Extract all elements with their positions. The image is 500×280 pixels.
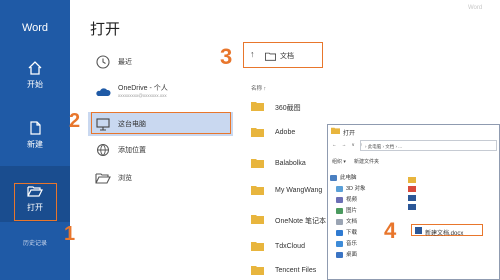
clock-icon — [96, 55, 110, 69]
file-name: 新建文档.docx — [425, 230, 464, 237]
page-title: 打开 — [90, 21, 121, 38]
location-browse[interactable]: 浏览 — [88, 166, 233, 190]
folder-icon — [265, 52, 276, 61]
nav-item-this-pc[interactable]: 此电脑 — [330, 173, 357, 183]
file-explorer-window: 打开 ← → ∨ ↑ › 此电脑 › 文档 › ... 组织 ▾ 新建文件夹 此… — [327, 124, 500, 280]
step-number-3: 3 — [220, 44, 233, 69]
folder-icon — [251, 215, 264, 224]
nav-item-label: 此电脑 — [340, 175, 357, 181]
watermark-text: Word — [468, 5, 483, 11]
location-label: 浏览 — [118, 175, 132, 182]
cube-icon — [336, 185, 343, 192]
word-file-icon — [415, 227, 422, 234]
rail-footer[interactable]: 历史记录 — [0, 238, 70, 247]
rail-item-label: 新建 — [27, 140, 43, 149]
folder-name: 360截图 — [275, 105, 301, 112]
list-item[interactable] — [408, 204, 419, 212]
window-titlebar[interactable]: 打开 — [328, 125, 500, 138]
new-folder-button[interactable]: 新建文件夹 — [354, 158, 379, 165]
new-document-file[interactable]: 新建文档.docx — [411, 224, 483, 237]
app-sidebar: Word 开始 新建 打开 历史记录 — [0, 0, 70, 280]
folder-name: Balabolka — [275, 160, 306, 167]
document-icon — [336, 218, 343, 225]
address-bar: ← → ∨ ↑ › 此电脑 › 文档 › ... — [330, 140, 499, 152]
list-item[interactable] — [408, 195, 419, 203]
step-number-2: 2 — [69, 110, 81, 132]
nav-item-label: 3D 对象 — [346, 186, 366, 192]
folder-browse-icon — [95, 173, 111, 184]
globe-add-icon — [97, 144, 109, 157]
rail-item-home[interactable]: 开始 — [0, 56, 70, 100]
folder-icon — [251, 102, 264, 111]
music-icon — [336, 240, 343, 247]
up-arrow-icon[interactable]: ↑ — [250, 49, 255, 59]
picture-icon — [336, 207, 343, 214]
rail-item-label: 开始 — [27, 80, 43, 89]
nav-item-desktop[interactable]: 桌面 — [336, 250, 357, 260]
nav-item-label: 下载 — [346, 230, 358, 236]
home-icon — [28, 61, 42, 75]
nav-item-label: 桌面 — [346, 252, 358, 258]
list-item[interactable] — [408, 177, 419, 185]
nav-item-downloads[interactable]: 下载 — [336, 228, 357, 238]
word-file-icon — [408, 195, 416, 201]
folder-name: Adobe — [275, 129, 296, 136]
breadcrumb-current: 文档 — [280, 53, 294, 60]
folder-icon — [251, 266, 264, 275]
step-number-4: 4 — [384, 218, 397, 243]
folder-icon — [251, 159, 264, 168]
nav-item-label: 音乐 — [346, 241, 358, 247]
location-recent[interactable]: 最近 — [88, 50, 233, 74]
pdf-icon — [408, 186, 416, 192]
computer-icon — [330, 174, 337, 181]
list-item[interactable] — [408, 186, 419, 194]
column-header-name[interactable]: 名称 ↑ — [251, 84, 266, 92]
nav-item-label: 文档 — [346, 219, 358, 225]
folder-icon — [408, 177, 416, 183]
location-onedrive[interactable]: OneDrive - 个人 xxxxxxxxx@xxxxxxx.xxx — [88, 80, 233, 108]
new-document-icon — [30, 121, 41, 135]
window-title: 打开 — [343, 131, 356, 137]
breadcrumb[interactable]: ↑ 文档 — [243, 42, 323, 68]
app-title: Word — [21, 22, 49, 34]
step-highlight-this-pc — [91, 112, 231, 134]
desktop-icon — [336, 251, 343, 258]
nav-item-videos[interactable]: 视频 — [336, 195, 357, 205]
folder-name: OneNote 笔记本 — [275, 218, 326, 225]
download-icon — [336, 229, 343, 236]
cloud-icon — [96, 88, 111, 96]
step-number-1: 1 — [64, 223, 76, 245]
location-label: 添加位置 — [118, 147, 146, 154]
video-icon — [336, 196, 343, 203]
nav-item-music[interactable]: 音乐 — [336, 239, 357, 249]
folder-name: Tencent Files — [275, 267, 317, 274]
folder-icon — [251, 242, 264, 251]
folder-name: TdxCloud — [275, 243, 305, 250]
path-text: › 此电脑 › 文档 › ... — [365, 143, 402, 149]
nav-item-label: 视频 — [346, 197, 358, 203]
location-label: OneDrive - 个人 — [118, 85, 168, 92]
location-sublabel: xxxxxxxxx@xxxxxxx.xxx — [118, 93, 167, 98]
folder-name: My WangWang — [275, 187, 323, 194]
word-file-icon — [408, 204, 416, 210]
nav-item-3d[interactable]: 3D 对象 — [336, 184, 366, 194]
command-bar: 组织 ▾ 新建文件夹 — [330, 157, 499, 167]
nav-item-label: 图片 — [346, 208, 358, 214]
nav-item-pictures[interactable]: 图片 — [336, 206, 357, 216]
folder-icon — [251, 186, 264, 195]
organize-button[interactable]: 组织 ▾ — [332, 158, 346, 165]
path-box[interactable]: › 此电脑 › 文档 › ... — [360, 140, 497, 151]
nav-item-documents[interactable]: 文档 — [336, 217, 357, 227]
folder-icon — [331, 127, 340, 134]
step-highlight-open — [14, 183, 57, 221]
location-add-place[interactable]: 添加位置 — [88, 138, 233, 162]
rail-item-new[interactable]: 新建 — [0, 116, 70, 160]
location-label: 最近 — [118, 59, 132, 66]
folder-icon — [251, 128, 264, 137]
